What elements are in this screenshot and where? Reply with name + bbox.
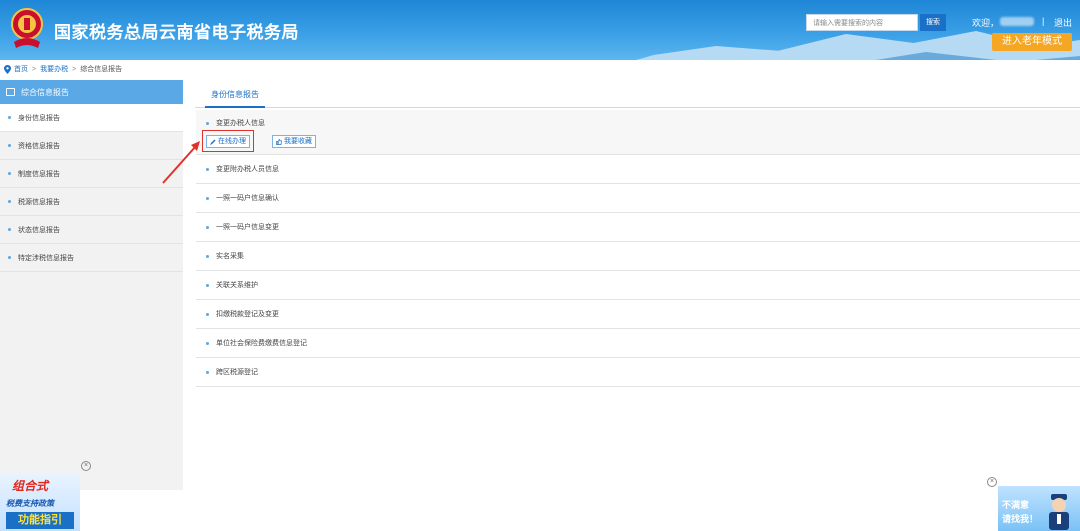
policy-guide-banner[interactable]: 组合式 税费支持政策 功能指引: [0, 474, 80, 531]
breadcrumb-home[interactable]: 首页: [14, 64, 28, 74]
sidebar-item-label: 身份信息报告: [18, 114, 60, 122]
bullet-dot: [8, 116, 11, 119]
service-list: 变更办税人信息 在线办理 我要收藏 变更附办税人员信息 一照一码户信息确认 一照…: [196, 110, 1080, 387]
sidebar-item-tax-source-report[interactable]: 税源信息报告: [0, 188, 183, 216]
annotation-arrow-icon: [162, 141, 200, 184]
list-item-social-insurance-registration[interactable]: 单位社会保险费缴费信息登记: [196, 329, 1080, 358]
close-icon[interactable]: ×: [81, 461, 91, 471]
bullet-dot: [206, 312, 209, 316]
tab-identity-report[interactable]: 身份信息报告: [205, 84, 265, 108]
list-item-label: 一照一码户信息确认: [216, 195, 279, 202]
bullet-dot: [8, 200, 11, 203]
promo-line3: 功能指引: [6, 512, 74, 529]
list-item-label: 关联关系维护: [216, 282, 258, 289]
list-item-header: 变更办税人信息: [206, 118, 265, 128]
sidebar-item-label: 特定涉税信息报告: [18, 254, 74, 262]
sidebar-item-status-report[interactable]: 状态信息报告: [0, 216, 183, 244]
tax-officer-mascot-icon: [1049, 494, 1069, 530]
list-item-change-tax-handler[interactable]: 变更办税人信息 在线办理 我要收藏: [196, 110, 1080, 155]
list-item-label: 实名采集: [216, 253, 244, 260]
list-item-withholding-registration[interactable]: 扣缴税款登记及变更: [196, 300, 1080, 329]
list-item-change-attached-tax-staff[interactable]: 变更附办税人员信息: [196, 155, 1080, 184]
sidebar-item-specific-tax-report[interactable]: 特定涉税信息报告: [0, 244, 183, 272]
sidebar-item-qualification-report[interactable]: 资格信息报告: [0, 132, 183, 160]
document-icon: [6, 88, 15, 96]
favorite-button[interactable]: 我要收藏: [272, 135, 316, 148]
sidebar-item-label: 状态信息报告: [18, 226, 60, 234]
username-redacted: [1000, 17, 1034, 26]
tax-emblem-icon: [11, 8, 43, 48]
welcome-text: 欢迎，: [972, 18, 1000, 28]
breadcrumb-current: 综合信息报告: [80, 66, 123, 73]
sidebar-header: 综合信息报告: [0, 80, 183, 104]
list-item-unified-code-confirm[interactable]: 一照一码户信息确认: [196, 184, 1080, 213]
sidebar-item-label: 资格信息报告: [18, 142, 60, 150]
site-title: 国家税务总局云南省电子税务局: [54, 23, 299, 42]
sidebar-title: 综合信息报告: [21, 87, 69, 97]
list-item-label: 变更办税人信息: [216, 120, 265, 127]
thumbs-up-icon: [276, 138, 282, 145]
bullet-dot: [206, 225, 209, 229]
bullet-dot: [8, 228, 11, 231]
list-item-cross-region-tax-source[interactable]: 跨区税源登记: [196, 358, 1080, 387]
breadcrumb-tax-handling[interactable]: 我要办税: [40, 64, 68, 74]
bullet-dot: [8, 144, 11, 147]
bullet-dot: [206, 121, 209, 125]
promo-line1: 组合式: [12, 479, 49, 493]
feedback-line1: 不满意: [1002, 500, 1030, 510]
breadcrumb: 首页 > 我要办税 > 综合信息报告: [0, 62, 122, 76]
sidebar-item-identity-report[interactable]: 身份信息报告: [0, 104, 183, 132]
list-item-label: 单位社会保险费缴费信息登记: [216, 340, 307, 347]
promo-line2: 税费支持政策: [6, 499, 54, 508]
list-item-unified-code-change[interactable]: 一照一码户信息变更: [196, 213, 1080, 242]
feedback-banner[interactable]: 不满意 请找我！: [998, 486, 1080, 531]
list-item-label: 变更附办税人员信息: [216, 166, 279, 173]
location-pin-icon: [4, 64, 11, 74]
list-item-label: 一照一码户信息变更: [216, 224, 279, 231]
list-item-label: 跨区税源登记: [216, 369, 258, 376]
breadcrumb-separator: >: [72, 65, 77, 73]
logout-link[interactable]: 退出: [1054, 16, 1072, 29]
search-button[interactable]: 搜索: [920, 14, 946, 31]
sidebar-item-system-report[interactable]: 制度信息报告: [0, 160, 183, 188]
list-item-relationship-maintenance[interactable]: 关联关系维护: [196, 271, 1080, 300]
bullet-dot: [8, 172, 11, 175]
bullet-dot: [206, 370, 209, 374]
sidebar-item-label: 制度信息报告: [18, 170, 60, 178]
bullet-dot: [206, 196, 209, 200]
bottom-bar: [0, 490, 1080, 531]
bullet-dot: [8, 256, 11, 259]
sidebar-item-label: 税源信息报告: [18, 198, 60, 206]
top-header: 国家税务总局云南省电子税务局 请输入需要搜索的内容 搜索 欢迎， | 退出 进入…: [0, 0, 1080, 60]
favorite-label: 我要收藏: [284, 138, 312, 145]
breadcrumb-separator: >: [32, 65, 37, 73]
list-item-real-name-collection[interactable]: 实名采集: [196, 242, 1080, 271]
list-item-label: 扣缴税款登记及变更: [216, 311, 279, 318]
tab-bar: 身份信息报告: [195, 84, 1080, 108]
elder-mode-button[interactable]: 进入老年模式: [992, 33, 1072, 51]
header-separator: |: [1042, 16, 1045, 26]
bullet-dot: [206, 283, 209, 287]
sidebar: 综合信息报告 身份信息报告 资格信息报告 制度信息报告 税源信息报告 状态信息报…: [0, 80, 183, 490]
close-icon[interactable]: ×: [987, 477, 997, 487]
annotation-highlight-box: [202, 130, 254, 152]
feedback-line2: 请找我！: [1002, 514, 1039, 524]
bullet-dot: [206, 341, 209, 345]
bullet-dot: [206, 254, 209, 258]
search-input[interactable]: 请输入需要搜索的内容: [806, 14, 918, 31]
